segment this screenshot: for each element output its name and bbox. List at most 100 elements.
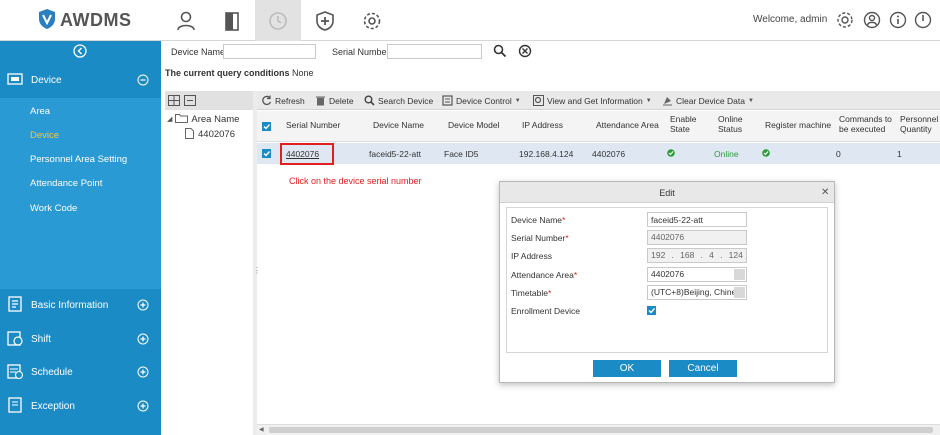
column-header[interactable]: IP Address — [522, 120, 563, 130]
query-conditions-label: The current query conditions — [165, 68, 290, 78]
module-label: Schedule — [31, 366, 73, 378]
table-row[interactable]: 4402076 faceid5-22-att Face ID5 192.168.… — [257, 143, 940, 164]
device-control-icon — [442, 95, 453, 106]
check-icon — [762, 149, 770, 159]
module-device[interactable]: Device — [0, 63, 161, 97]
door-module-icon[interactable] — [209, 0, 255, 41]
device-control-label: Device Control — [456, 95, 512, 106]
sidebar-item-personnel-area-setting[interactable]: Personnel Area Setting — [30, 154, 127, 165]
logo: AWDMS — [38, 8, 132, 32]
module-shift[interactable]: Shift — [0, 322, 161, 356]
tree-node-child[interactable]: 4402076 — [185, 128, 235, 141]
view-get-info-menu[interactable]: View and Get Information ▼ — [533, 95, 652, 106]
column-header[interactable]: Personnel Quantity — [900, 114, 940, 134]
personnel-module-icon[interactable] — [163, 0, 209, 41]
column-header[interactable]: Commands to be executed — [839, 114, 897, 134]
expand-plus-icon[interactable] — [137, 299, 149, 313]
collapse-minus-icon[interactable] — [137, 74, 149, 88]
scroll-left-icon[interactable]: ◀ — [259, 426, 264, 433]
table-header: Serial Number Device Name Device Model I… — [257, 111, 940, 142]
column-header[interactable]: Enable State — [670, 114, 700, 134]
query-bar: Device Name Serial Number — [161, 41, 940, 63]
select-all-checkbox[interactable] — [262, 122, 271, 131]
column-header[interactable]: Device Model — [448, 120, 500, 130]
device-control-menu[interactable]: Device Control ▼ — [442, 95, 521, 106]
timetable-select[interactable]: (UTC+8)Beijing, Chines — [647, 285, 747, 300]
tree-expanded-arrow-icon[interactable]: ◢ — [167, 115, 172, 123]
enrollment-device-label: Enrollment Device — [511, 306, 580, 316]
toolbar: Refresh Delete Search Device Device Cont… — [257, 91, 940, 110]
horizontal-scrollbar[interactable]: ◀ — [257, 424, 940, 435]
security-shield-icon[interactable] — [302, 0, 348, 41]
search-icon[interactable] — [493, 44, 507, 60]
schedule-icon — [7, 363, 24, 381]
power-icon[interactable] — [913, 10, 933, 30]
system-gear-icon[interactable] — [349, 0, 395, 41]
ip-octet: 124 — [728, 250, 743, 260]
sidebar-item-area[interactable]: Area — [30, 106, 50, 117]
clear-device-data-menu[interactable]: Clear Device Data ▼ — [662, 95, 754, 106]
trash-icon — [316, 96, 325, 106]
folder-icon — [175, 113, 189, 125]
dropdown-arrow-icon: ▼ — [645, 97, 652, 104]
ip-octet: 168 — [680, 250, 695, 260]
edit-dialog: Edit ✕ Device Name* Serial Number* 44020… — [499, 181, 835, 383]
ok-button[interactable]: OK — [593, 360, 661, 377]
module-exception[interactable]: Exception — [0, 389, 161, 423]
dropdown-arrow-icon: ▼ — [747, 97, 754, 104]
clear-data-icon — [663, 97, 672, 106]
collapse-sidebar-icon[interactable] — [73, 44, 87, 60]
row-checkbox[interactable] — [262, 149, 271, 158]
expand-plus-icon[interactable] — [137, 333, 149, 347]
expand-plus-icon[interactable] — [137, 366, 149, 380]
expand-all-icon[interactable] — [168, 95, 180, 108]
delete-button[interactable]: Delete — [315, 95, 354, 106]
view-info-icon — [533, 95, 544, 106]
tree-node-root[interactable]: ◢ Area Name — [167, 113, 239, 125]
device-name-query-input[interactable] — [223, 44, 316, 59]
serial-number-query-input[interactable] — [387, 44, 482, 59]
module-schedule[interactable]: Schedule — [0, 355, 161, 389]
refresh-icon — [262, 95, 272, 106]
ip-address-field-label: IP Address — [511, 251, 552, 261]
dropdown-arrow-icon[interactable] — [734, 269, 745, 280]
ip-octet: 4 — [709, 250, 714, 260]
expand-plus-icon[interactable] — [137, 400, 149, 414]
device-name-field[interactable] — [647, 212, 747, 227]
user-profile-icon[interactable] — [862, 10, 882, 30]
dropdown-arrow-icon[interactable] — [734, 287, 745, 298]
close-icon[interactable]: ✕ — [821, 187, 829, 198]
sidebar-item-attendance-point[interactable]: Attendance Point — [30, 178, 102, 189]
search-device-button[interactable]: Search Device — [364, 95, 433, 106]
column-header[interactable]: Register machine — [765, 120, 831, 130]
exception-icon — [7, 397, 23, 415]
basic-information-icon — [7, 296, 23, 314]
attendance-area-select[interactable]: 4402076 — [647, 267, 747, 282]
sidebar-item-device[interactable]: Device — [30, 130, 59, 141]
module-basic-information[interactable]: Basic Information — [0, 288, 161, 322]
sidebar-item-work-code[interactable]: Work Code — [30, 203, 77, 214]
module-label: Device — [31, 74, 62, 86]
settings-gear-icon[interactable] — [835, 10, 855, 30]
enrollment-device-checkbox[interactable] — [647, 306, 656, 315]
info-icon[interactable] — [888, 10, 908, 30]
dropdown-arrow-icon: ▼ — [514, 97, 521, 104]
clear-query-icon[interactable] — [518, 44, 532, 60]
collapse-all-icon[interactable] — [184, 95, 196, 108]
refresh-button[interactable]: Refresh — [261, 95, 305, 106]
attendance-clock-icon[interactable] — [255, 0, 301, 41]
column-header[interactable]: Device Name — [373, 120, 424, 130]
clear-data-label: Clear Device Data — [676, 95, 745, 106]
column-header[interactable]: Online Status — [718, 114, 748, 134]
module-label: Shift — [31, 333, 52, 345]
cancel-button[interactable]: Cancel — [669, 360, 737, 377]
app-title: AWDMS — [60, 9, 132, 30]
column-header[interactable]: Attendance Area — [596, 120, 659, 130]
scrollbar-thumb[interactable] — [269, 427, 933, 433]
module-label: Basic Information — [31, 299, 109, 311]
ip-address-field: 192. 168. 4. 124 — [647, 248, 747, 263]
device-module-icon — [7, 71, 23, 89]
module-label: Exception — [31, 400, 75, 412]
column-header[interactable]: Serial Number — [286, 120, 340, 130]
serial-number-field-label: Serial Number* — [511, 233, 569, 243]
